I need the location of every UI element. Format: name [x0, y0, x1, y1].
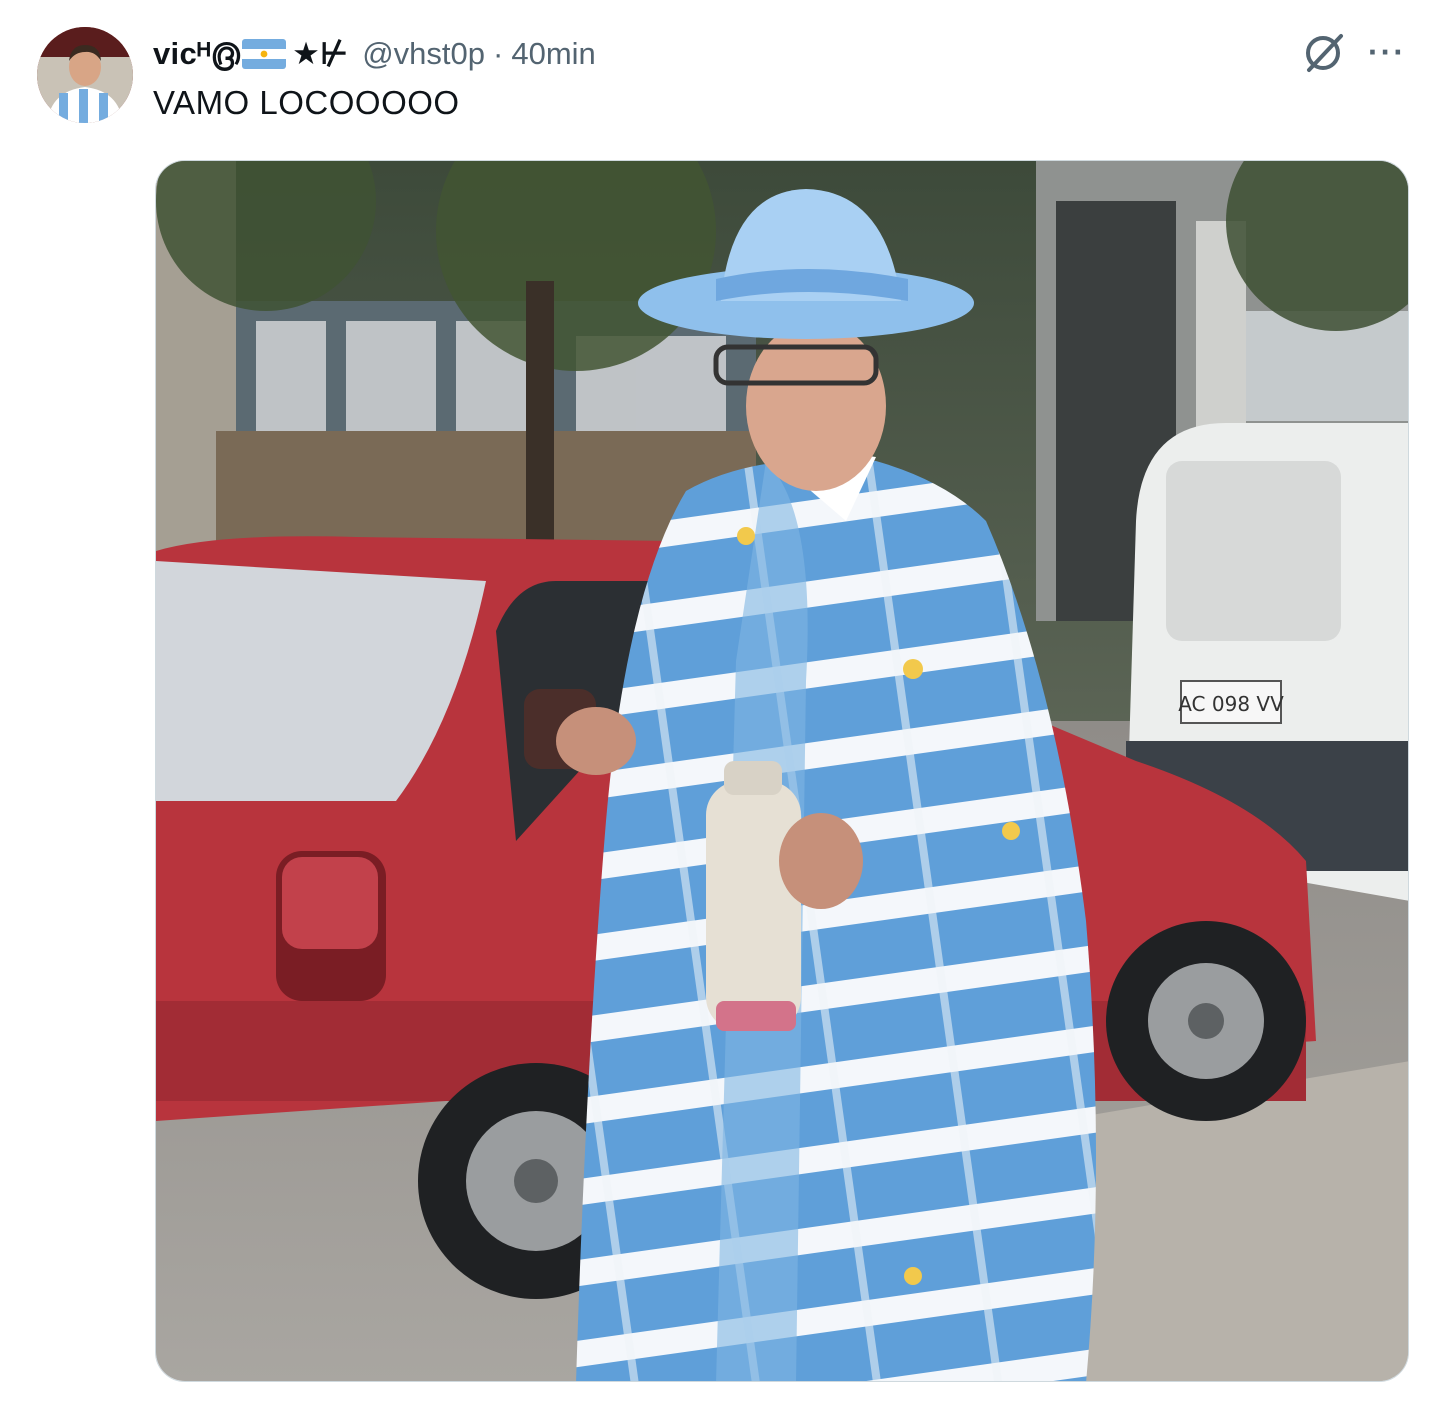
avatar-image: [37, 27, 133, 123]
argentina-flag-icon: [242, 39, 287, 69]
tweet[interactable]: vicᴴ൫ ★⊬ @vhst0p · 40min VAMO LOCOOOOO ·…: [0, 0, 1440, 1404]
display-name[interactable]: vicᴴ൫: [153, 36, 240, 73]
more-options-icon[interactable]: ···: [1364, 30, 1410, 74]
user-handle[interactable]: @vhst0p: [362, 36, 485, 72]
grok-icon: [1306, 34, 1343, 72]
separator-dot: ·: [493, 36, 504, 71]
tweet-header: vicᴴ൫ ★⊬ @vhst0p · 40min: [153, 32, 596, 76]
avatar[interactable]: [37, 27, 133, 123]
tweet-photo[interactable]: AC 098 VV: [155, 160, 1409, 1382]
grok-button[interactable]: [1300, 28, 1348, 76]
license-plate: AC 098 VV: [1178, 692, 1284, 716]
tweet-text: VAMO LOCOOOOO: [153, 84, 460, 121]
display-name-suffix: ★⊬: [292, 36, 349, 71]
photo-illustration: AC 098 VV: [156, 161, 1408, 1381]
timestamp[interactable]: 40min: [511, 36, 595, 72]
